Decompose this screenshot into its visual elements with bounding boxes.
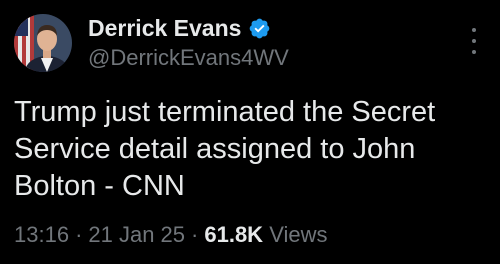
tweet-header: Derrick Evans @DerrickEvans4WV [14, 12, 486, 74]
tweet-meta: 13:16 · 21 Jan 25 · 61.8K Views [14, 221, 486, 249]
handle[interactable]: @DerrickEvans4WV [88, 44, 289, 72]
views-count[interactable]: 61.8K [204, 222, 263, 247]
views-label: Views [269, 222, 328, 247]
avatar[interactable] [14, 14, 72, 72]
tweet-card: Derrick Evans @DerrickEvans4WV Trump jus… [0, 0, 500, 264]
author-info: Derrick Evans @DerrickEvans4WV [88, 15, 289, 72]
tweet-time[interactable]: 13:16 [14, 222, 69, 247]
more-options-icon[interactable] [472, 28, 478, 54]
tweet-text: Trump just terminated the Secret Service… [14, 96, 436, 202]
meta-separator: · [75, 222, 83, 247]
tweet-date[interactable]: 21 Jan 25 [88, 222, 185, 247]
avatar-image [14, 14, 72, 72]
meta-separator: · [191, 222, 199, 247]
display-name[interactable]: Derrick Evans [88, 15, 241, 42]
display-name-row: Derrick Evans [88, 15, 289, 42]
more-dot [472, 28, 476, 32]
more-dot [472, 50, 476, 54]
more-dot [472, 39, 476, 43]
verified-badge-icon[interactable] [248, 17, 271, 40]
